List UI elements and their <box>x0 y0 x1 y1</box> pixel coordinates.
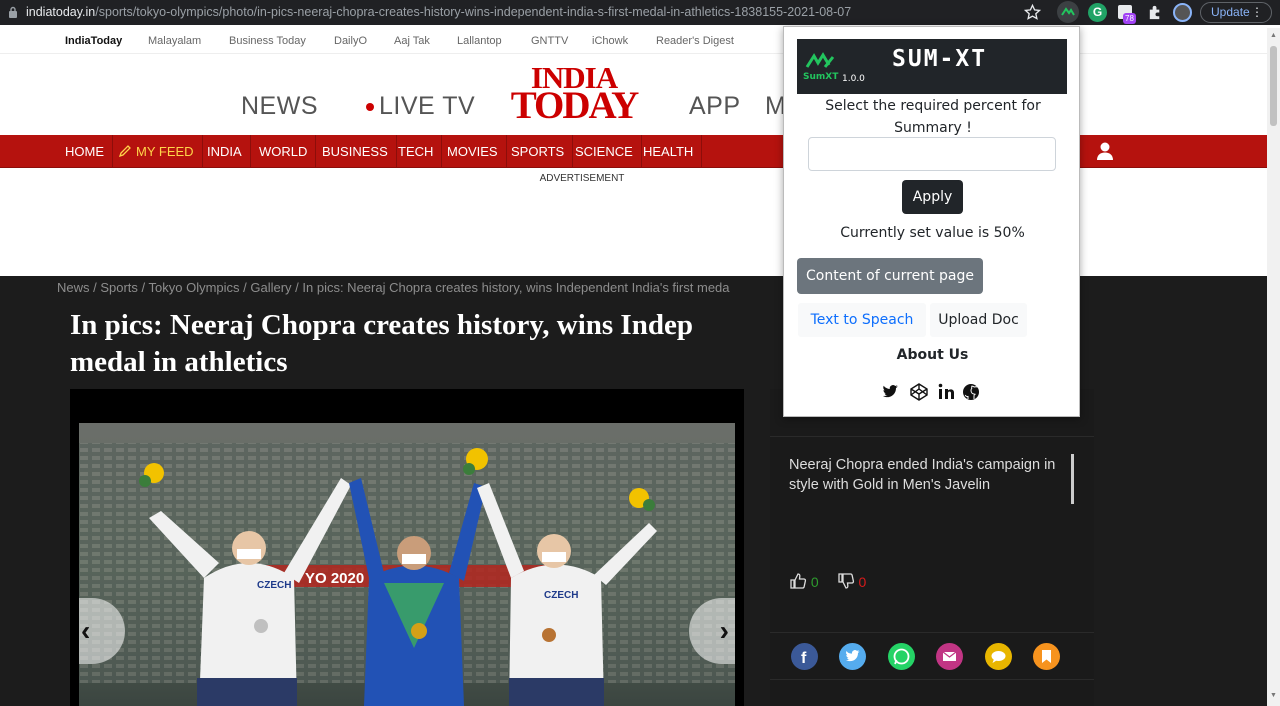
text-to-speech-button[interactable]: Text to Speach <box>798 303 926 337</box>
site-link-indiatoday[interactable]: IndiaToday <box>65 35 122 47</box>
live-tv-link[interactable]: LIVE TV <box>379 92 475 121</box>
svg-text:CZECH: CZECH <box>544 590 578 601</box>
medal-ceremony-image: YO 2020 CZECH CZECH <box>79 423 735 706</box>
email-icon[interactable] <box>936 643 963 670</box>
twitter-icon[interactable] <box>839 643 866 670</box>
page-title: In pics: Neeraj Chopra creates history, … <box>70 309 693 378</box>
sumxt-extension-icon[interactable] <box>1057 1 1079 23</box>
site-link-gnttv[interactable]: GNTTV <box>531 35 568 47</box>
breadcrumb[interactable]: News / Sports / Tokyo Olympics / Gallery… <box>57 280 730 295</box>
nav-sports[interactable]: SPORTS <box>503 135 574 168</box>
content-of-current-page-button[interactable]: Content of current page <box>797 258 983 294</box>
reaction-row: 0 0 <box>789 572 866 590</box>
puzzle-icon[interactable] <box>1146 3 1165 22</box>
twitter-icon[interactable] <box>882 383 900 401</box>
update-button[interactable]: Update ⋮ <box>1200 2 1272 23</box>
site-link-lallantop[interactable]: Lallantop <box>457 35 502 47</box>
upload-doc-button[interactable]: Upload Doc <box>930 303 1027 337</box>
sumxt-logo-icon <box>805 52 835 68</box>
card-divider <box>770 436 1094 437</box>
caption-scrollbar[interactable] <box>1071 454 1074 504</box>
browser-toolbar: indiatoday.in/sports/tokyo-olympics/phot… <box>0 0 1280 25</box>
svg-text:CZECH: CZECH <box>257 580 291 591</box>
page-scrollbar[interactable]: ▲ ▼ <box>1267 28 1280 706</box>
nav-science[interactable]: SCIENCE <box>567 135 642 168</box>
share-bar: f <box>770 632 1094 680</box>
nav-tech[interactable]: TECH <box>390 135 443 168</box>
nav-health[interactable]: HEALTH <box>635 135 703 168</box>
svg-text:f: f <box>801 650 807 667</box>
extension-badge: 78 <box>1123 13 1136 24</box>
gallery-photo: YO 2020 CZECH CZECH <box>79 423 735 706</box>
star-icon[interactable] <box>1023 3 1042 22</box>
scroll-down-icon[interactable]: ▼ <box>1270 692 1277 699</box>
scrollbar-thumb[interactable] <box>1270 46 1277 126</box>
sumxt-extension-popup: SUM-XT SumXT 1.0.0 Select the required p… <box>783 26 1080 417</box>
site-link-business-today[interactable]: Business Today <box>229 35 306 47</box>
url-domain: indiatoday.in <box>26 5 96 19</box>
address-bar[interactable]: indiatoday.in/sports/tokyo-olympics/phot… <box>26 5 851 19</box>
extension-title: SUM-XT <box>892 46 988 72</box>
popup-banner: SUM-XT SumXT 1.0.0 <box>797 39 1067 94</box>
nav-movies[interactable]: MOVIES <box>439 135 507 168</box>
about-us-link[interactable]: About Us <box>784 347 1081 363</box>
site-link-readers-digest[interactable]: Reader's Digest <box>656 35 734 47</box>
live-dot-icon <box>366 103 374 111</box>
extension-version: 1.0.0 <box>842 74 865 84</box>
dislikes-count: 0 <box>858 574 867 590</box>
facebook-icon[interactable]: f <box>791 643 818 670</box>
whatsapp-icon[interactable] <box>888 643 915 670</box>
nav-world[interactable]: WORLD <box>251 135 317 168</box>
comment-icon[interactable] <box>985 643 1012 670</box>
avatar[interactable] <box>1173 3 1192 22</box>
likes-count: 0 <box>810 574 819 590</box>
app-link[interactable]: APP <box>689 92 741 121</box>
photo-caption: Neeraj Chopra ended India's campaign in … <box>789 457 1056 493</box>
site-link-malayalam[interactable]: Malayalam <box>148 35 201 47</box>
apply-button[interactable]: Apply <box>902 180 963 214</box>
lock-icon <box>9 6 17 18</box>
thumbs-up-icon[interactable] <box>789 572 807 590</box>
codepen-icon[interactable] <box>910 383 928 401</box>
nav-business[interactable]: BUSINESS <box>314 135 397 168</box>
github-icon[interactable] <box>962 383 980 401</box>
news-link[interactable]: NEWS <box>241 92 318 121</box>
summary-percent-prompt: Select the required percent for Summary … <box>825 98 1041 136</box>
grammarly-extension-icon[interactable]: G <box>1088 3 1107 22</box>
pencil-icon <box>118 145 131 158</box>
nav-india[interactable]: INDIA <box>199 135 251 168</box>
extension-brand: SumXT <box>803 72 839 82</box>
user-icon[interactable] <box>1095 141 1115 161</box>
site-link-dailyo[interactable]: DailyO <box>334 35 367 47</box>
scroll-up-icon[interactable]: ▲ <box>1270 32 1277 39</box>
nav-home[interactable]: HOME <box>57 135 113 168</box>
url-path: /sports/tokyo-olympics/photo/in-pics-nee… <box>95 5 852 19</box>
site-link-aaj-tak[interactable]: Aaj Tak <box>394 35 430 47</box>
photo-stadium-text: YO 2020 <box>305 570 364 587</box>
summary-percent-input[interactable] <box>808 137 1056 171</box>
india-today-logo[interactable]: INDIA TODAY <box>508 62 640 125</box>
site-link-ichowk[interactable]: iChowk <box>592 35 628 47</box>
bookmark-icon[interactable] <box>1033 643 1060 670</box>
nav-my-feed[interactable]: MY FEED <box>110 135 203 168</box>
current-value-text: Currently set value is 50% <box>840 225 1025 241</box>
linkedin-icon[interactable] <box>938 383 956 401</box>
thumbs-down-icon[interactable] <box>837 572 855 590</box>
